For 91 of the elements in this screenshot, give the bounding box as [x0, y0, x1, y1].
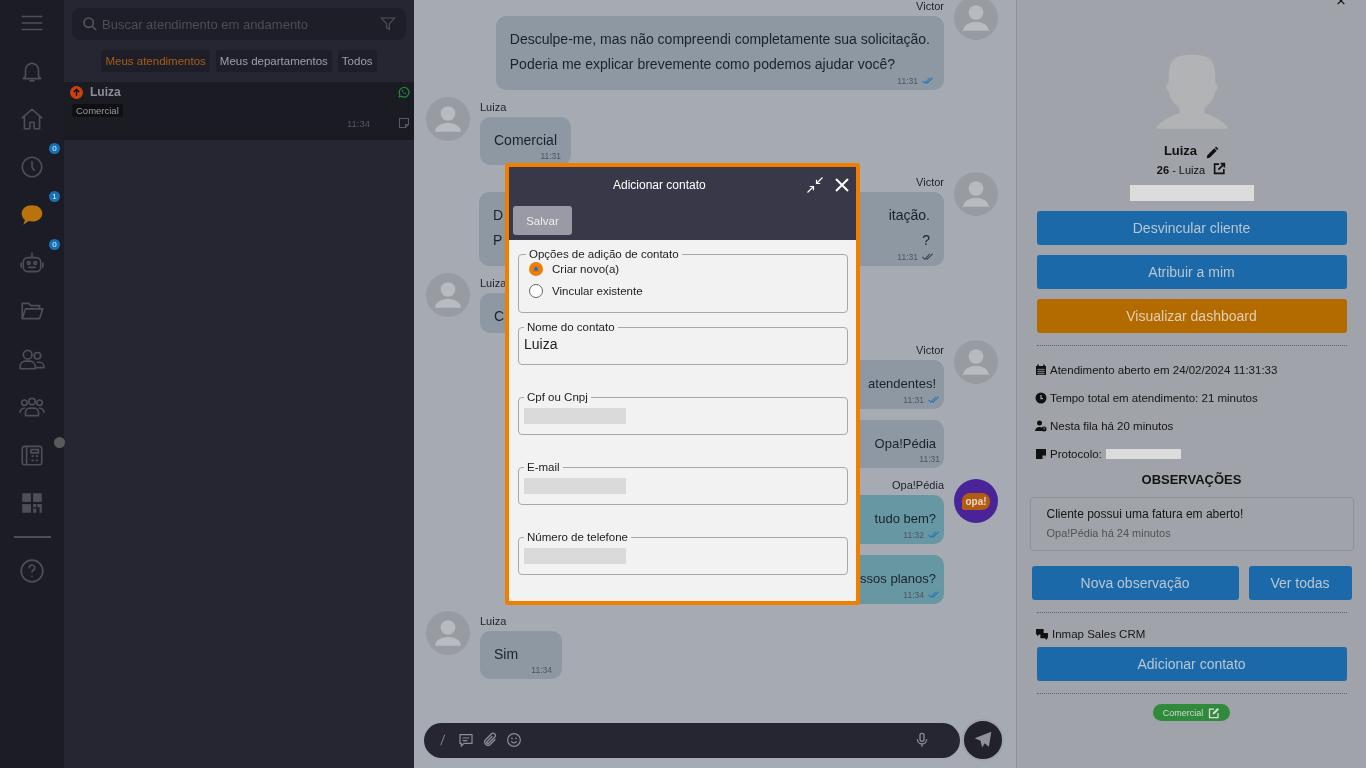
message-text: Sim: [494, 645, 519, 664]
message-text: Desculpe-me, mas não compreendi completamente sua solicitação.: [509, 30, 930, 49]
action-button[interactable]: Desvincular cliente: [1036, 211, 1347, 245]
count-badge: 0: [49, 239, 60, 250]
avatar-icon: [954, 0, 998, 40]
note-meta: Opa!Pédia há 24 minutos: [1046, 527, 1172, 539]
calendar-icon: [1035, 364, 1047, 376]
sender-name: Opa!Pédia: [892, 479, 944, 492]
sender-name: Victor: [916, 176, 944, 189]
message-time: 11:31: [919, 454, 940, 464]
filter-tab[interactable]: Todos: [337, 50, 377, 72]
radio-button[interactable]: [529, 262, 543, 276]
input-field[interactable]: Nome do contato Luiza: [518, 321, 848, 365]
contact-name: Luiza: [1163, 142, 1198, 158]
action-button[interactable]: Nova observação: [1031, 566, 1239, 600]
message-text: Poderia me explicar brevemente como podemos ajudar você?: [509, 55, 895, 74]
microphone-icon[interactable]: [914, 732, 930, 748]
avatar-icon: [426, 97, 470, 141]
pencil-icon[interactable]: [1205, 146, 1220, 160]
message-time: 11:31: [903, 394, 924, 405]
sender-name: Victor: [916, 344, 944, 357]
filter-tab[interactable]: Meus departamentos: [215, 50, 332, 72]
section-title: OBSERVAÇÕES: [1141, 472, 1242, 487]
paperclip-icon[interactable]: [482, 732, 498, 748]
avatar-icon: [954, 172, 998, 216]
message-text: tudo bem?: [874, 510, 936, 528]
dialog-title: Adicionar contato: [612, 178, 707, 192]
info-text: Protocolo:: [1050, 448, 1102, 460]
sticky-note-icon: [1035, 448, 1047, 460]
message-time: 11:32: [903, 529, 924, 540]
group-label: Opções de adição de contato: [528, 248, 680, 260]
info-text: Atendimento aberto em 24/02/2024 11:31:33: [1050, 364, 1278, 376]
integration-name: Inmap Sales CRM: [1052, 628, 1146, 640]
chat-bubble-icon[interactable]: [19, 202, 45, 228]
message-text: ssos planos?: [860, 570, 936, 588]
message-text: Opa!Pédia: [874, 435, 936, 453]
edit-icon: [1208, 706, 1221, 719]
avatar-icon: [954, 340, 998, 384]
collapse-icon[interactable]: [806, 176, 824, 194]
sender-name: Victor: [916, 0, 944, 13]
field-value: Luiza: [524, 336, 559, 352]
info-text: Nesta fila há 20 minutos: [1050, 420, 1174, 432]
external-link-icon[interactable]: [1213, 161, 1227, 175]
message-time: 11:34: [531, 665, 552, 675]
message-text: P: [493, 231, 503, 250]
note-text: Cliente possui uma fatura em aberto!: [1046, 507, 1245, 521]
note-icon[interactable]: [398, 117, 410, 129]
action-button[interactable]: Atribuir a mim: [1036, 255, 1347, 289]
whatsapp-icon: [397, 85, 410, 99]
input-field[interactable]: Cpf ou Cnpj: [518, 391, 848, 435]
field-label: E-mail: [526, 461, 561, 473]
message-text: Comercial: [494, 131, 557, 150]
search-icon: [82, 16, 98, 32]
message-text: D: [493, 206, 504, 225]
avatar-icon: [426, 611, 470, 655]
up-arrow-icon: [70, 85, 83, 99]
message-text: C: [494, 307, 505, 326]
contact-name: Luiza: [90, 85, 122, 99]
field-label: Cpf ou Cnpj: [526, 391, 589, 403]
field-label: Nome do contato: [526, 321, 616, 333]
message-time: 11:31: [897, 75, 918, 86]
user-clock-icon: [1035, 420, 1047, 432]
count-badge: 0: [49, 143, 60, 154]
message-time: 11:34: [903, 589, 924, 600]
message-text: atendentes!: [868, 375, 936, 393]
emoji-icon[interactable]: [506, 732, 522, 748]
input-field[interactable]: Número de telefone: [518, 531, 848, 575]
send-button[interactable]: [962, 719, 1004, 761]
brand-logo: opa!: [954, 479, 998, 523]
sender-name: Luiza: [480, 615, 507, 628]
radio-option[interactable]: Vincular existente: [526, 278, 840, 304]
action-button[interactable]: Ver todas: [1248, 566, 1352, 600]
paper-plane-icon: [973, 730, 993, 750]
add-contact-button[interactable]: Adicionar contato: [1036, 647, 1347, 681]
contact-link[interactable]: 26 - Luiza: [1156, 164, 1206, 176]
message-time: 11:31: [897, 251, 918, 262]
message-icon[interactable]: [458, 732, 474, 748]
info-text: Tempo total em atendimento: 21 minutos: [1050, 392, 1258, 404]
avatar-icon: [426, 273, 470, 317]
count-badge: 1: [49, 191, 60, 202]
message-time: 11:31: [540, 151, 561, 161]
message-text: ?: [922, 231, 930, 250]
field-label: Número de telefone: [526, 531, 629, 543]
filter-tab[interactable]: Meus atendimentos: [101, 50, 210, 72]
input-field[interactable]: E-mail: [518, 461, 848, 505]
clock-icon: [1035, 392, 1047, 404]
message-composer[interactable]: [424, 722, 960, 758]
radio-button[interactable]: [529, 284, 543, 298]
department-tag: Comercial: [72, 104, 123, 117]
message-text: itação.: [888, 206, 930, 225]
sender-name: Luiza: [480, 101, 507, 114]
